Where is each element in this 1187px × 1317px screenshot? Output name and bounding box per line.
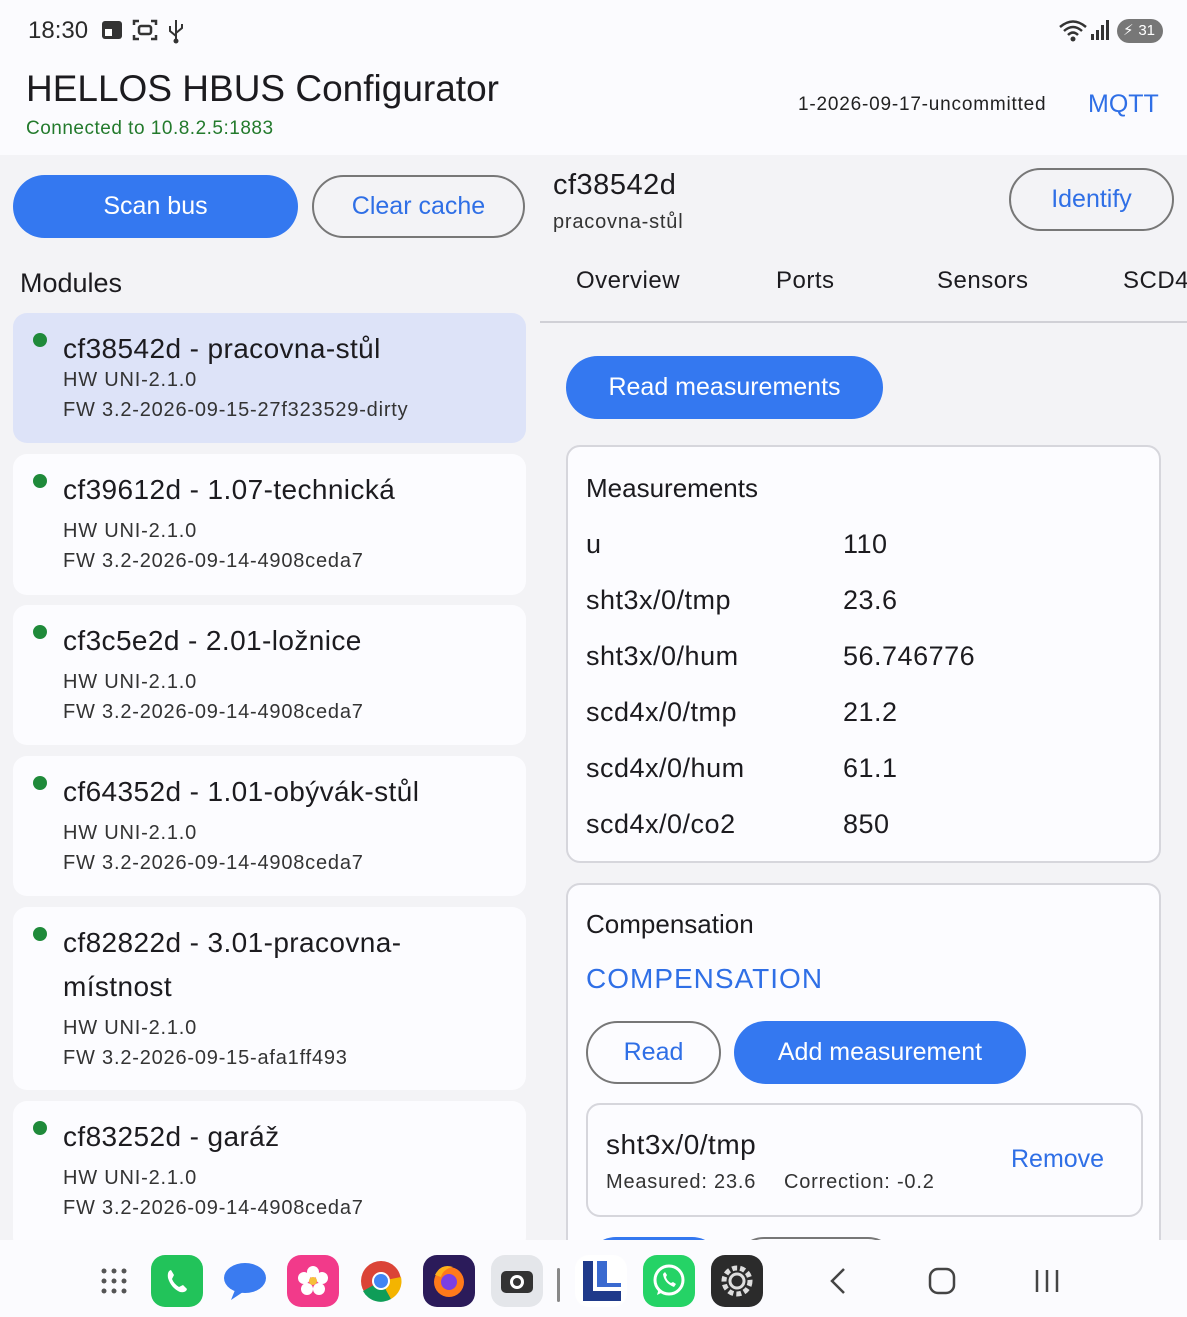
compensation-entry: sht3x/0/tmp Measured: 23.6 Correction: -… (586, 1103, 1143, 1217)
whatsapp-icon[interactable] (643, 1255, 695, 1307)
device-location: pracovna-stůl (553, 211, 684, 233)
phone-icon[interactable] (151, 1255, 203, 1307)
entry-correction: Correction: -0.2 (784, 1171, 935, 1193)
online-indicator (33, 1121, 47, 1135)
measurement-value: 61.1 (843, 753, 898, 783)
back-icon[interactable] (812, 1255, 864, 1307)
tab-overview[interactable]: Overview (576, 267, 680, 295)
measurement-key: u (586, 529, 602, 559)
module-name: cf38542d - pracovna-stůl (63, 333, 381, 364)
recents-icon[interactable] (1021, 1255, 1073, 1307)
module-fw: FW 3.2-2026-09-15-afa1ff493 (63, 1047, 348, 1069)
navigation-bar (0, 1240, 1187, 1317)
chrome-icon[interactable] (355, 1255, 407, 1307)
battery-icon: ⚡ 31 (1117, 19, 1163, 43)
measurement-key: scd4x/0/hum (586, 753, 745, 783)
device-id: cf38542d (553, 169, 677, 201)
measurements-title: Measurements (586, 473, 758, 503)
online-indicator (33, 927, 47, 941)
module-item[interactable]: cf64352d - 1.01-obývák-stůl HW UNI-2.1.0… (13, 756, 526, 896)
home-icon[interactable] (916, 1255, 968, 1307)
module-hw: HW UNI-2.1.0 (63, 1167, 198, 1189)
measurement-key: sht3x/0/tmp (586, 585, 732, 615)
status-bar: 18:30 ⚡ 31 (0, 0, 1187, 60)
tab-scd4[interactable]: SCD4 (1123, 267, 1187, 295)
camera-icon[interactable] (491, 1255, 543, 1307)
measurement-value: 23.6 (843, 585, 898, 615)
identify-button[interactable]: Identify (1009, 168, 1174, 231)
battery-level: 31 (1138, 22, 1155, 39)
compensation-card: Compensation COMPENSATION Read Add measu… (566, 883, 1161, 1240)
module-name: cf64352d - 1.01-obývák-stůl (63, 776, 420, 807)
module-name: cf83252d - garáž (63, 1121, 280, 1152)
compensation-title: Compensation (586, 909, 754, 939)
module-fw: FW 3.2-2026-09-14-4908ceda7 (63, 852, 364, 874)
module-hw: HW UNI-2.1.0 (63, 369, 198, 391)
measurement-value: 56.746776 (843, 641, 976, 671)
module-item[interactable]: cf39612d - 1.07-technická HW UNI-2.1.0 F… (13, 454, 526, 595)
app-title: HELLOS HBUS Configurator (26, 68, 499, 109)
gallery-icon[interactable] (287, 1255, 339, 1307)
screen-icon (100, 18, 124, 47)
module-item[interactable]: cf38542d - pracovna-stůl HW UNI-2.1.0 FW… (13, 313, 526, 443)
firefox-icon[interactable] (423, 1255, 475, 1307)
dock-separator (557, 1268, 560, 1302)
usb-icon (166, 18, 186, 49)
add-measurement-button[interactable]: Add measurement (734, 1021, 1026, 1084)
signal-icon (1090, 18, 1112, 47)
online-indicator (33, 776, 47, 790)
module-detail-pane: cf38542d pracovna-stůl Identify Overview… (540, 155, 1187, 1240)
messages-icon[interactable] (219, 1255, 271, 1307)
modules-pane: Scan bus Clear cache Modules cf38542d - … (0, 155, 540, 1240)
tab-sensors[interactable]: Sensors (937, 267, 1029, 295)
app-icon[interactable] (575, 1255, 627, 1307)
module-fw: FW 3.2-2026-09-14-4908ceda7 (63, 550, 364, 572)
entry-name: sht3x/0/tmp (606, 1129, 757, 1160)
module-name: cf82822d - 3.01-pracovna-místnost (63, 927, 402, 1002)
module-fw: FW 3.2-2026-09-14-4908ceda7 (63, 701, 364, 723)
measurement-key: scd4x/0/tmp (586, 697, 738, 727)
online-indicator (33, 333, 47, 347)
remove-button[interactable]: Remove (1011, 1145, 1104, 1174)
module-hw: HW UNI-2.1.0 (63, 520, 198, 542)
wifi-icon (1058, 18, 1088, 47)
mqtt-button[interactable]: MQTT (1088, 90, 1159, 119)
module-fw: FW 3.2-2026-09-15-27f323529-dirty (63, 399, 409, 421)
status-time: 18:30 (28, 17, 89, 44)
entry-measured: Measured: 23.6 (606, 1171, 757, 1193)
module-hw: HW UNI-2.1.0 (63, 671, 198, 693)
version-label: 1-2026-09-17-uncommitted (798, 94, 1047, 115)
module-fw: FW 3.2-2026-09-14-4908ceda7 (63, 1197, 364, 1219)
screenshot-icon (132, 18, 158, 47)
read-compensation-button[interactable]: Read (586, 1021, 721, 1084)
connection-status: Connected to 10.8.2.5:1883 (26, 118, 274, 139)
measurements-card: Measurements u 110 sht3x/0/tmp 23.6 sht3… (566, 445, 1161, 863)
module-hw: HW UNI-2.1.0 (63, 1017, 198, 1039)
measurement-value: 110 (843, 529, 888, 559)
app-drawer-icon[interactable] (88, 1255, 140, 1307)
app-header: HELLOS HBUS Configurator Connected to 10… (0, 60, 1187, 155)
module-item[interactable]: cf82822d - 3.01-pracovna-místnost HW UNI… (13, 907, 526, 1090)
module-hw: HW UNI-2.1.0 (63, 822, 198, 844)
online-indicator (33, 474, 47, 488)
compensation-link[interactable]: COMPENSATION (586, 963, 823, 995)
read-measurements-button[interactable]: Read measurements (566, 356, 883, 419)
measurement-key: scd4x/0/co2 (586, 809, 736, 839)
clear-cache-button[interactable]: Clear cache (312, 175, 525, 238)
tab-ports[interactable]: Ports (776, 267, 835, 295)
module-name: cf39612d - 1.07-technická (63, 474, 396, 505)
online-indicator (33, 625, 47, 639)
module-name: cf3c5e2d - 2.01-ložnice (63, 625, 362, 656)
settings-icon[interactable] (711, 1255, 763, 1307)
measurement-value: 850 (843, 809, 890, 839)
module-item[interactable]: cf3c5e2d - 2.01-ložnice HW UNI-2.1.0 FW … (13, 605, 526, 745)
measurement-key: sht3x/0/hum (586, 641, 739, 671)
detail-tabs: Overview Ports Sensors SCD4 (540, 255, 1187, 323)
modules-heading: Modules (20, 268, 123, 298)
scan-bus-button[interactable]: Scan bus (13, 175, 298, 238)
module-item[interactable]: cf83252d - garáž HW UNI-2.1.0 FW 3.2-202… (13, 1101, 526, 1240)
measurement-value: 21.2 (843, 697, 898, 727)
